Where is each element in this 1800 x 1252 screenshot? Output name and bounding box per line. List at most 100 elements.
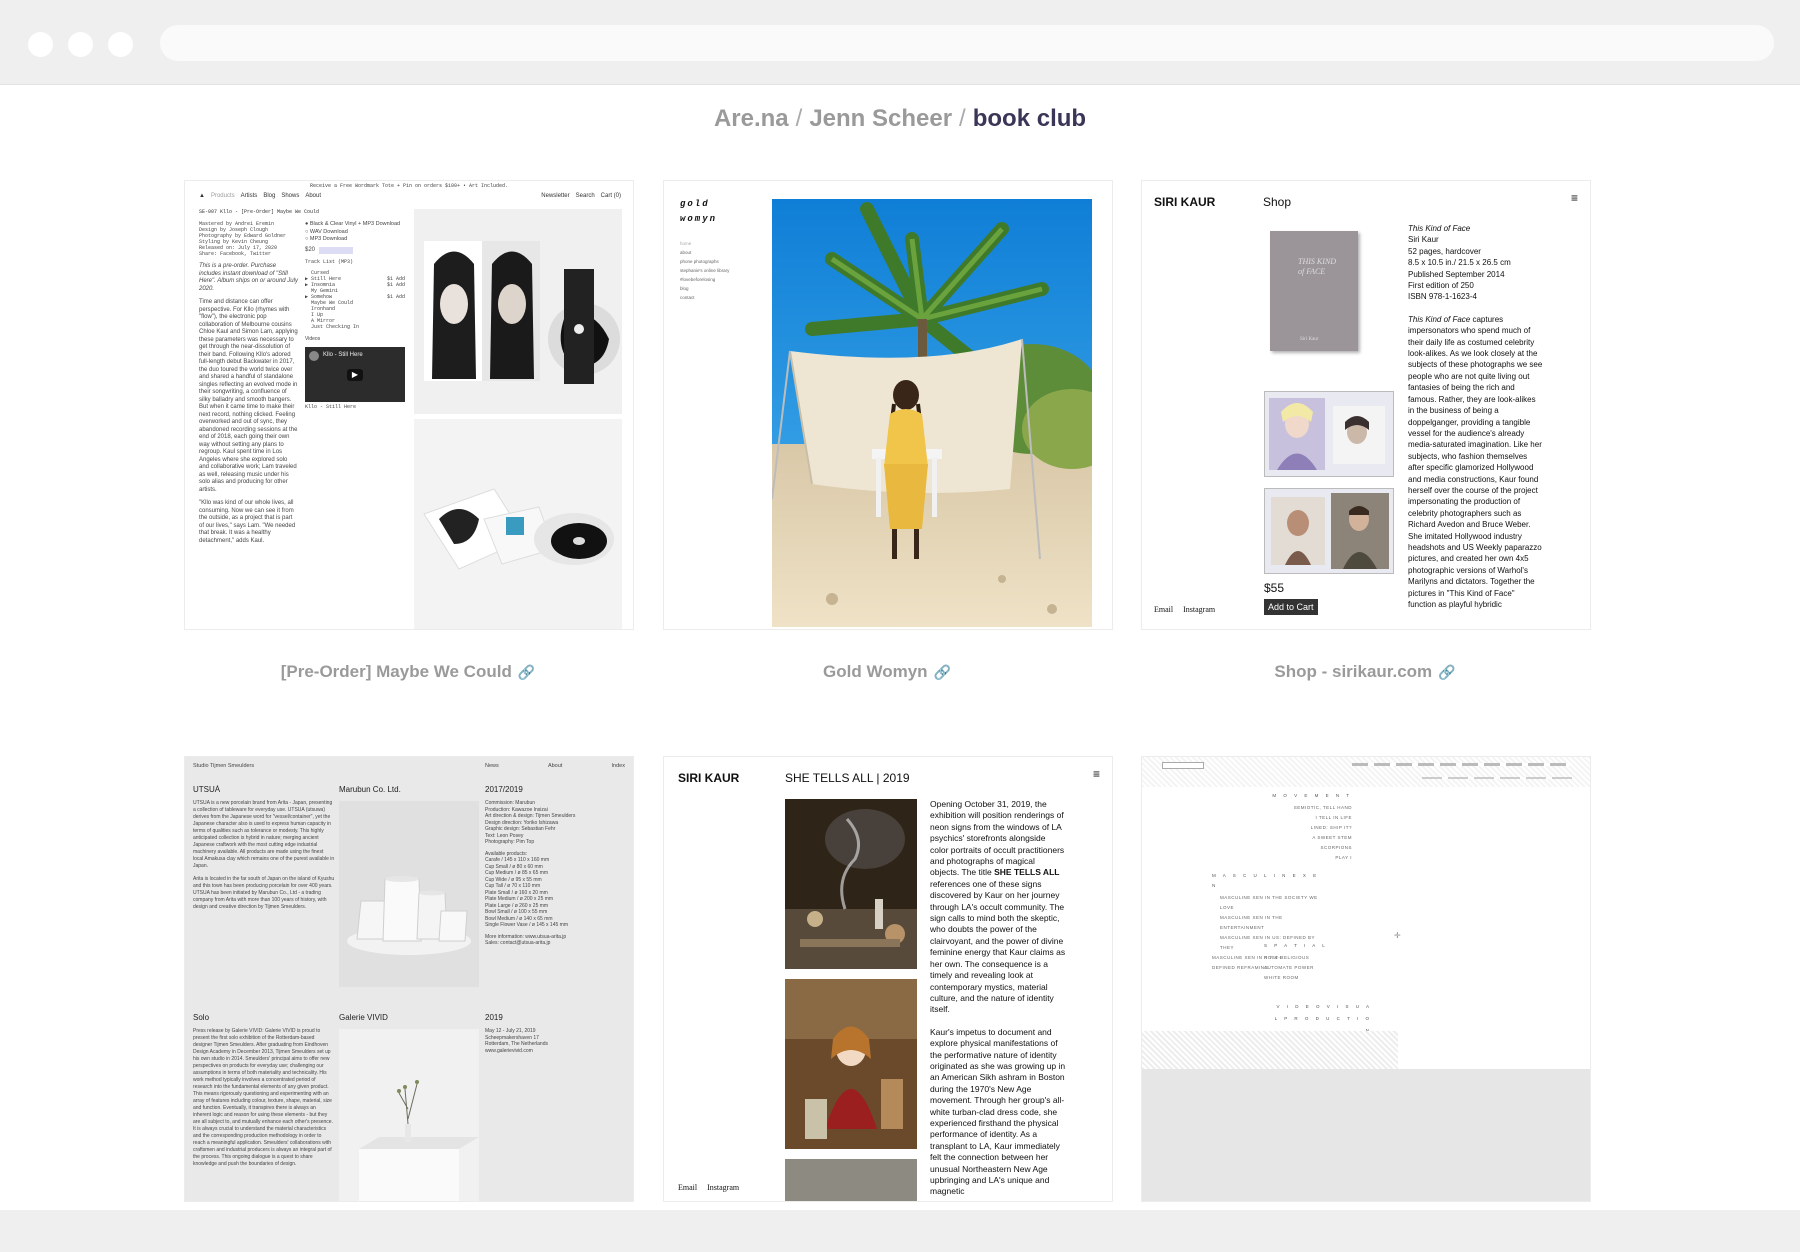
breadcrumb-separator: / [795, 105, 803, 132]
preview-menu-item: about [680, 250, 692, 255]
preview-nav-item: Cart (0) [600, 193, 621, 199]
preview-nav-item: Newsletter [541, 193, 570, 199]
preview-photo-third [785, 1159, 917, 1201]
breadcrumb-channel[interactable]: book club [973, 105, 1086, 132]
breadcrumb-user[interactable]: Jenn Scheer [809, 105, 952, 132]
breadcrumb-site[interactable]: Are.na [714, 105, 789, 132]
preview-price: $20 [305, 246, 316, 253]
preview-index-heading: M A S C U L I N E X E N [1212, 873, 1320, 888]
preview-nav: News About Index [485, 763, 625, 769]
preview-logo-icon: ▲ [199, 193, 205, 199]
preview-videos-label: Videos [305, 335, 321, 342]
altar-photo-image [785, 799, 917, 969]
preview-row2-col3: 2019 May 12 - July 21, 2019 Scheepmakers… [485, 1013, 627, 1054]
preview-footer-link: Email [1154, 605, 1174, 614]
block-caption[interactable]: Gold Womyn 🔗 [663, 662, 1111, 682]
block-caption[interactable]: Shop - sirikaur.com 🔗 [1141, 662, 1589, 682]
preview-footer-links: Email Instagram [678, 1183, 739, 1192]
browser-bottom-bar [0, 1210, 1800, 1252]
window-minimize-dot[interactable] [68, 32, 93, 57]
preview-book-detail: 52 pages, hardcover [1408, 246, 1481, 256]
book-spread-image [1269, 398, 1385, 470]
preview-article-text: Opening October 31, 2019, the exhibition… [930, 799, 1066, 1198]
preview-price: $55 [1264, 581, 1285, 595]
window-maximize-dot[interactable] [108, 32, 133, 57]
preview-book-description: This Kind of Face Siri Kaur 52 pages, ha… [1408, 223, 1544, 610]
beach-portrait-image [772, 199, 1092, 627]
preview-index-group: S P A T I A L N Y & L AUTOMATE POWER WHI… [1264, 941, 1344, 983]
preview-nav-item: Index [611, 763, 625, 769]
block-card-gold-womyn[interactable]: gold womyn home about phone photographs … [663, 180, 1113, 630]
preview-book-cover: THIS KIND of FACE Siri Kaur [1270, 231, 1358, 351]
preview-col1: UTSUÁ UTSUA is a new porcelain brand fro… [193, 785, 335, 1005]
preview-index-item: MASCULINE XEN IN THE SOCIETY WE LOVE [1220, 895, 1318, 910]
vinyl-photo-image [423, 488, 614, 570]
preview-logo-line: gold [680, 199, 710, 209]
preview-logo-line: womyn [680, 214, 718, 224]
preview-index-heading: S P A T I A L [1264, 943, 1328, 948]
crosshair-icon: ✛ [1394, 931, 1402, 940]
preview-vase-photo [339, 1029, 479, 1201]
block-card-movement-index[interactable]: M O V E M E N T SEMIOTIC, TELL HAND I TE… [1141, 756, 1591, 1202]
window-close-dot[interactable] [28, 32, 53, 57]
preview-product: Single Flower Vase / ø 145 x 145 mm [485, 922, 568, 928]
block-caption[interactable]: [Pre-Order] Maybe We Could 🔗 [184, 662, 632, 682]
preview-pattern-strip [1142, 1031, 1398, 1069]
address-bar[interactable] [160, 25, 1774, 61]
preview-index-item: A SWEET STEM [1312, 835, 1352, 840]
preview-credit: Share: Facebook, Twitter [199, 251, 272, 257]
preview-nav-strip [1352, 763, 1572, 766]
preview-book-spread-1 [1264, 391, 1394, 477]
preview-nav-strip [1422, 777, 1572, 779]
preview-video-thumbnail: Kllo - Still Here ▶ [305, 347, 405, 402]
preview-index-item: AUTOMATE POWER [1264, 965, 1314, 970]
preview-meta-line: Photography: Pim Top [485, 839, 535, 845]
preview-book-detail: ISBN 978-1-1623-4 [1408, 292, 1477, 302]
block-card-maybe-we-could[interactable]: Receive a Free Wordmark Tote + Pin on or… [184, 180, 634, 630]
preview-video-caption: Kllo - Still Here [305, 404, 357, 410]
block-card-studio-tijmen-smeulders[interactable]: Studio Tijmen Smeulders News About Index… [184, 756, 634, 1202]
preview-nav-item: About [305, 193, 322, 199]
preview-meta: Commission: Marubun Production: Kawazoe … [485, 800, 627, 947]
preview-price-row: $20 [305, 247, 405, 255]
block-card-she-tells-all[interactable]: SIRI KAUR SHE TELLS ALL | 2019 ≡ Opening… [663, 756, 1113, 1202]
preview-index-group: M O V E M E N T SEMIOTIC, TELL HAND I TE… [1242, 791, 1352, 863]
block-title[interactable]: [Pre-Order] Maybe We Could [281, 662, 512, 681]
preview-book-detail: First edition of 250 [1408, 281, 1474, 291]
preview-menu-item: phone photographs [680, 259, 719, 264]
block-card-sirikaur-shop[interactable]: SIRI KAUR Shop ≡ THIS KIND of FACE Siri … [1141, 180, 1591, 630]
preview-row2-col1: Solo Press release by Galerie VIVID: Gal… [193, 1013, 335, 1199]
preview-nav-item: Blog [263, 193, 276, 199]
preview-col-text: UTSUA is a new porcelain brand from Arit… [193, 800, 335, 869]
preview-site-name: SIRI KAUR [678, 771, 740, 785]
preview-menu-item: #lovebeforelosing [680, 277, 716, 282]
preview-meta: May 12 - July 21, 2019 Scheepmakershaven… [485, 1028, 627, 1054]
block-title[interactable]: Gold Womyn [823, 662, 928, 681]
preview-footer-links: Email Instagram [1154, 605, 1215, 614]
play-icon: ▶ [347, 369, 363, 381]
preview-book-title-inline: This Kind of Face [1408, 314, 1471, 324]
preview-photo-doll [785, 979, 917, 1149]
preview-index-item: PLAY I [1335, 855, 1352, 860]
preview-italic-note: This is a pre-order. Purchase includes i… [199, 263, 298, 292]
browser-chrome [0, 0, 1800, 85]
preview-book-detail: Published September 2014 [1408, 269, 1505, 279]
preview-book-detail: Siri Kaur [1408, 235, 1439, 245]
preview-footer-link: Email [678, 1183, 698, 1192]
preview-book-cover-author: Siri Kaur [1300, 337, 1319, 342]
preview-menu-item: stephanie's online library [680, 268, 730, 273]
block-title[interactable]: Shop - sirikaur.com [1274, 662, 1432, 681]
preview-photo-altar [785, 799, 917, 969]
preview-purchase-column: ● Black & Clear Vinyl + MP3 Download ○ W… [305, 221, 405, 410]
preview-meta-line: www.galerievivid.com [485, 1047, 533, 1054]
preview-formats: ● Black & Clear Vinyl + MP3 Download ○ W… [305, 221, 405, 244]
preview-col3: 2017/2019 Commission: Marubun Production… [485, 785, 627, 1005]
preview-col-text: Arita is located in the far south of Jap… [193, 876, 335, 910]
preview-menu-item: blog [680, 286, 689, 291]
preview-site-name: SIRI KAUR [1154, 195, 1216, 209]
doll-photo-image [785, 979, 917, 1149]
preview-banner: Receive a Free Wordmark Tote + Pin on or… [309, 183, 509, 189]
preview-section-title: SHE TELLS ALL | 2019 [785, 771, 910, 785]
porcelain-tableware-image [339, 801, 479, 987]
preview-nav: ▲ Products Artists Blog Shows About [199, 193, 321, 199]
